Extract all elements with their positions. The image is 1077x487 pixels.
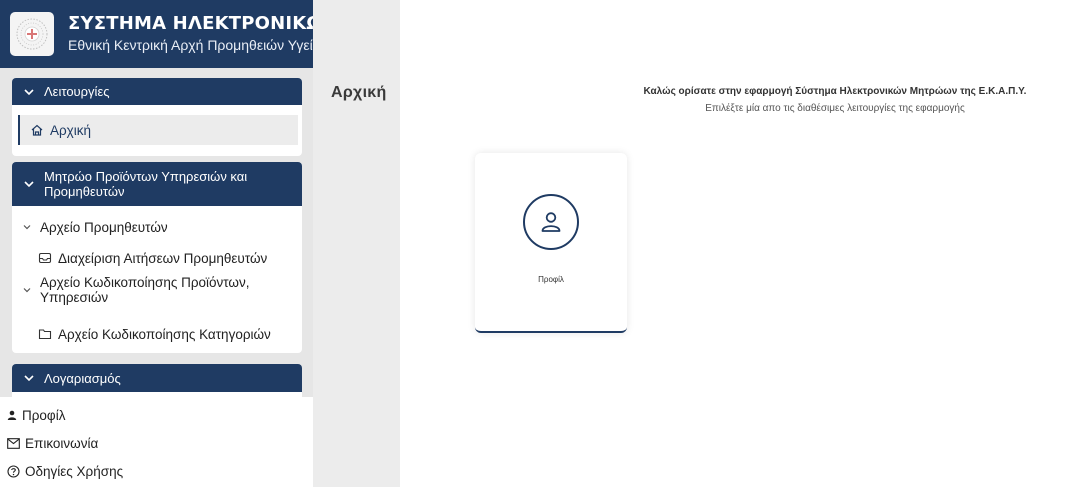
folder-icon	[38, 327, 52, 341]
sidebar-section-registry: Μητρώο Προϊόντων Υπηρεσιών και Προμηθευτ…	[12, 162, 302, 353]
sidebar-item-label: Οδηγίες Χρήσης	[25, 463, 124, 479]
chevron-down-icon	[22, 177, 36, 191]
section-title: Μητρώο Προϊόντων Υπηρεσιών και Προμηθευτ…	[44, 169, 248, 199]
content-gutter	[313, 0, 400, 487]
home-icon	[30, 123, 44, 137]
user-icon	[523, 194, 579, 250]
sidebar-item-label: Διαχείριση Αιτήσεων Προμηθευτών	[58, 250, 268, 266]
card-label: Προφίλ	[538, 275, 564, 284]
sidebar-item-label: Προφίλ	[22, 407, 66, 423]
chevron-down-icon	[22, 222, 32, 232]
help-icon	[7, 464, 20, 478]
app-root: ΣΥΣΤΗΜΑ ΗΛΕΚΤΡΟΝΙΚΩΝ ΜΗΤΡΩΩΝ Εθνική Κεντ…	[0, 0, 1077, 487]
sidebar-item-home[interactable]: Αρχική	[18, 115, 298, 145]
chevron-down-icon	[22, 285, 32, 295]
sidebar-item-products-coding[interactable]: Αρχείο Κωδικοποίησης Προϊόντων, Υπηρεσιώ…	[22, 275, 292, 305]
page-title: Αρχική	[331, 84, 387, 101]
section-header-functions[interactable]: Λειτουργίες	[12, 78, 302, 105]
welcome-title: Καλώς ορίσατε στην εφαρμογή Σύστημα Ηλεκ…	[643, 86, 1027, 97]
section-header-registry[interactable]: Μητρώο Προϊόντων Υπηρεσιών και Προμηθευτ…	[12, 162, 302, 206]
welcome-block: Καλώς ορίσατε στην εφαρμογή Σύστημα Ηλεκ…	[600, 86, 1070, 114]
mail-icon	[7, 437, 20, 449]
inbox-icon	[38, 251, 52, 265]
profile-card[interactable]: Προφίλ	[475, 153, 627, 333]
sidebar-item-profile[interactable]: Προφίλ	[7, 405, 65, 425]
user-icon	[7, 410, 17, 420]
emblem-icon[interactable]	[10, 12, 54, 56]
sidebar-item-label: Αρχείο Κωδικοποίησης Προϊόντων, Υπηρεσιώ…	[40, 275, 250, 305]
sidebar-item-label: Αρχική	[50, 122, 92, 138]
section-title: Λογαριασμός	[44, 370, 121, 386]
sidebar-item-contact[interactable]: Επικοινωνία	[7, 433, 98, 453]
sidebar-item-user-guide[interactable]: Οδηγίες Χρήσης	[7, 461, 123, 481]
section-header-account[interactable]: Λογαριασμός	[12, 364, 302, 392]
sidebar-item-categories-coding[interactable]: Αρχείο Κωδικοποίησης Κατηγοριών	[38, 324, 271, 344]
sidebar-item-label: Αρχείο Κωδικοποίησης Κατηγοριών	[58, 326, 271, 342]
chevron-down-icon	[22, 371, 36, 385]
sidebar-item-label: Επικοινωνία	[25, 435, 99, 451]
section-title: Λειτουργίες	[44, 84, 110, 99]
chevron-down-icon	[22, 85, 36, 99]
sidebar-item-label: Αρχείο Προμηθευτών	[40, 219, 168, 235]
sidebar-item-supplier-requests[interactable]: Διαχείριση Αιτήσεων Προμηθευτών	[38, 248, 267, 268]
welcome-subtitle: Επιλέξτε μία απο τις διαθέσιμες λειτουργ…	[705, 103, 965, 114]
sidebar-section-functions: Λειτουργίες Αρχική	[12, 78, 302, 156]
sidebar-item-suppliers-archive[interactable]: Αρχείο Προμηθευτών	[22, 217, 168, 237]
